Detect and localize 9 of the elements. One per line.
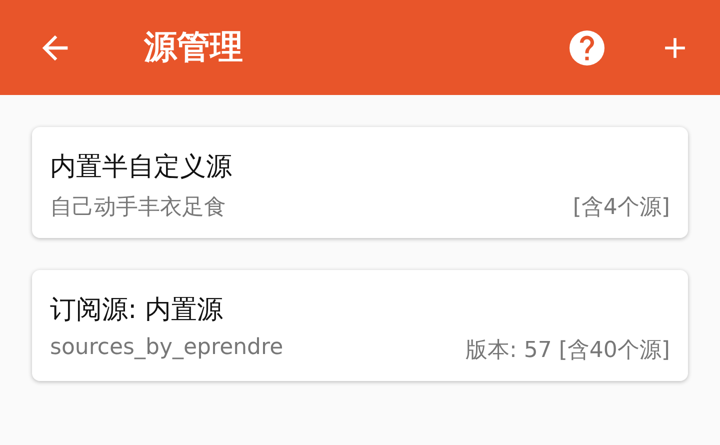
- source-subtitle: sources_by_eprendre: [50, 335, 284, 362]
- source-info: 版本: 57 [含40个源]: [465, 337, 670, 365]
- source-subtitle: 自己动手丰衣足食: [50, 194, 226, 222]
- source-card[interactable]: 内置半自定义源 自己动手丰衣足食 [含4个源]: [32, 127, 688, 238]
- source-title: 内置半自定义源: [50, 151, 233, 184]
- source-card[interactable]: 订阅源: 内置源 sources_by_eprendre 版本: 57 [含40个源]: [32, 270, 688, 381]
- source-title: 订阅源: 内置源: [50, 294, 224, 327]
- source-info: [含4个源]: [572, 194, 670, 222]
- screen-title: 源管理: [144, 26, 244, 68]
